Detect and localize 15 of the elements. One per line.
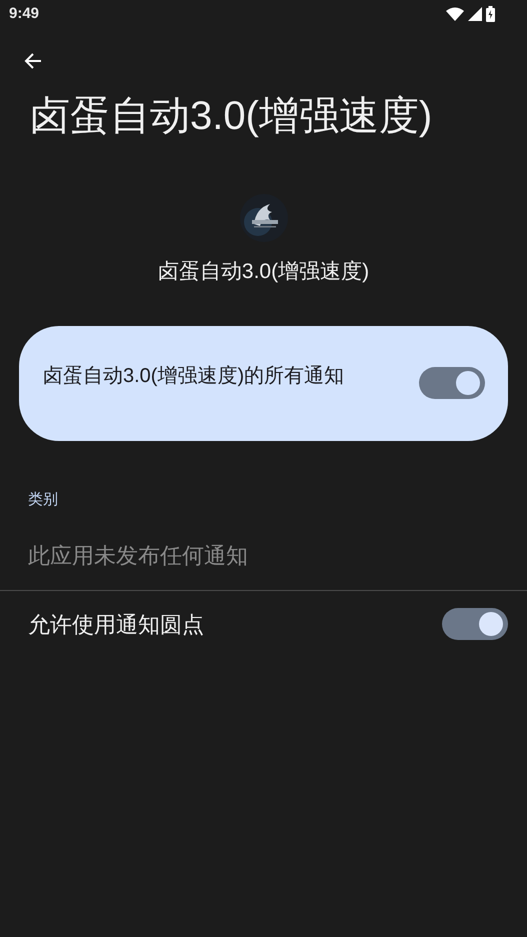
battery-icon [486, 6, 495, 22]
back-arrow-icon [23, 51, 43, 71]
all-notifications-card[interactable]: 卤蛋自动3.0(增强速度)的所有通知 [19, 326, 508, 440]
app-icon [240, 194, 288, 242]
wifi-icon [446, 7, 464, 21]
status-time: 9:49 [9, 4, 40, 24]
all-notifications-label: 卤蛋自动3.0(增强速度)的所有通知 [43, 364, 346, 389]
signal-icon [468, 7, 482, 21]
app-name: 卤蛋自动3.0(增强速度) [158, 259, 370, 285]
toggle-switch[interactable] [419, 367, 485, 399]
section-heading: 类别 [27, 490, 59, 510]
page-title: 卤蛋自动3.0(增强速度) [29, 93, 434, 140]
setting-label: 允许使用通知圆点 [28, 610, 204, 638]
empty-message: 此应用未发布任何通知 [27, 542, 249, 570]
toggle-switch[interactable] [442, 608, 508, 640]
